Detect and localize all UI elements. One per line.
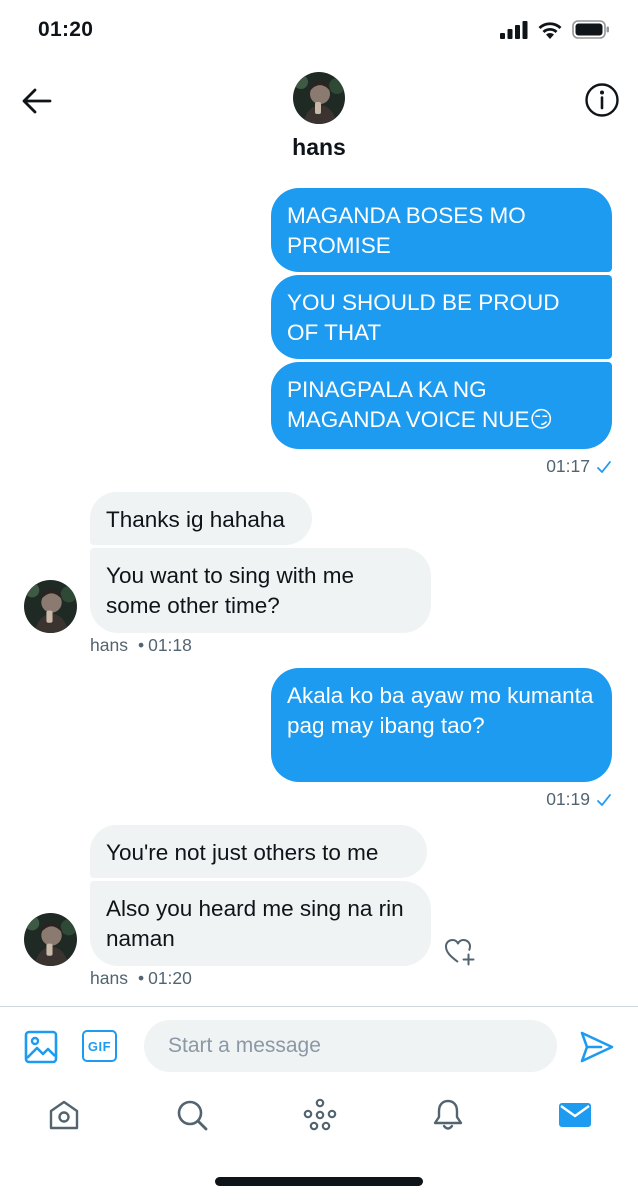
profile-photo-icon [24, 580, 77, 633]
message-meta: hans • 01:20 [90, 968, 192, 988]
timestamp-text: 01:18 [148, 635, 192, 655]
tab-home[interactable] [46, 1097, 82, 1133]
bell-icon [433, 1099, 463, 1130]
mail-icon [559, 1103, 591, 1127]
status-icons [500, 20, 610, 39]
outgoing-message[interactable]: YOU SHOULD BE PROUD OF THAT [271, 275, 612, 359]
search-icon [177, 1100, 208, 1131]
sender-name: hans [90, 635, 128, 655]
message-timestamp: 01:17 [546, 456, 612, 477]
back-button[interactable] [20, 84, 54, 118]
tab-spaces[interactable] [302, 1097, 338, 1133]
outgoing-message[interactable]: Akala ko ba ayaw mo kumanta pag may iban… [271, 668, 612, 782]
sender-name: hans [90, 968, 128, 988]
send-button[interactable] [579, 1029, 615, 1065]
incoming-message[interactable]: You want to sing with me some other time… [90, 548, 431, 633]
conversation-avatar[interactable] [293, 72, 345, 124]
react-button[interactable] [444, 936, 476, 966]
check-icon [597, 460, 611, 473]
timestamp-text: 01:19 [546, 789, 590, 809]
conversation-name[interactable]: hans [0, 134, 638, 161]
check-icon [597, 793, 611, 806]
tab-search[interactable] [174, 1097, 210, 1133]
image-icon [24, 1030, 58, 1064]
timestamp-text: 01:17 [546, 456, 590, 476]
status-time: 01:20 [38, 18, 94, 41]
sender-avatar[interactable] [24, 913, 77, 966]
sender-avatar[interactable] [24, 580, 77, 633]
signal-icon [500, 20, 528, 39]
status-bar: 01:20 [0, 0, 638, 62]
profile-photo-icon [24, 913, 77, 966]
tab-notifications[interactable] [430, 1097, 466, 1133]
battery-icon [572, 20, 609, 39]
timestamp-text: 01:20 [148, 968, 192, 988]
message-timestamp: 01:19 [546, 789, 612, 810]
conversation-header: hans [0, 62, 638, 172]
back-arrow-icon [22, 88, 52, 114]
wifi-icon [538, 22, 562, 39]
incoming-message[interactable]: Also you heard me sing na rin naman [90, 881, 431, 966]
message-input[interactable] [144, 1020, 557, 1072]
info-icon [585, 83, 619, 117]
tab-messages[interactable] [557, 1097, 593, 1133]
incoming-message[interactable]: Thanks ig hahaha [90, 492, 312, 545]
message-meta: hans • 01:18 [90, 635, 192, 655]
profile-photo-icon [293, 72, 345, 124]
gif-button[interactable]: GIF [82, 1030, 117, 1062]
info-button[interactable] [584, 82, 620, 118]
outgoing-message[interactable]: MAGANDA BOSES MO PROMISE [271, 188, 612, 272]
incoming-message[interactable]: You're not just others to me [90, 825, 427, 878]
home-icon [49, 1100, 79, 1130]
spaces-icon [303, 1098, 337, 1131]
bottom-tab-bar [0, 1087, 638, 1147]
image-button[interactable] [24, 1030, 58, 1064]
send-icon [580, 1031, 614, 1063]
heart-plus-icon [445, 939, 475, 966]
outgoing-message[interactable]: PINAGPALA KA NG MAGANDA VOICE NUE😏 [271, 362, 612, 449]
message-composer: GIF [0, 1007, 638, 1087]
home-indicator [215, 1177, 423, 1186]
